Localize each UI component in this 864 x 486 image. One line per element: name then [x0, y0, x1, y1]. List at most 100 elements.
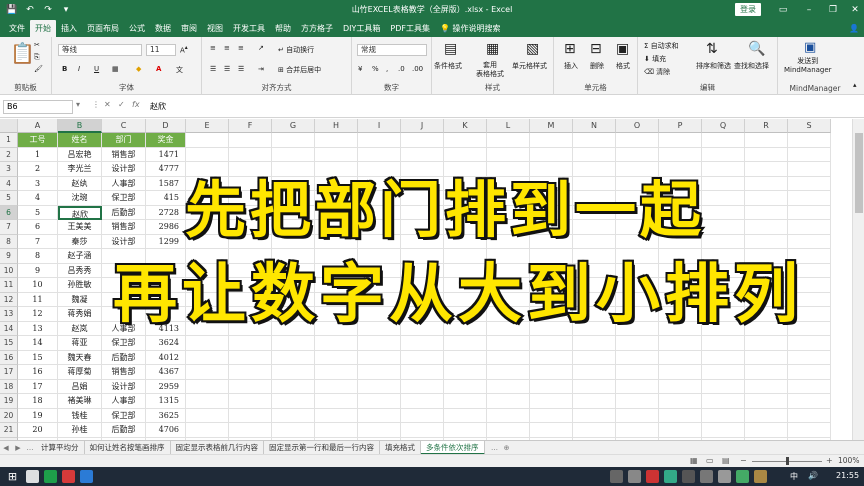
- enter-icon[interactable]: ✓: [118, 100, 125, 109]
- empty-cell[interactable]: [745, 350, 788, 365]
- format-as-table-button[interactable]: 套用 表格格式: [476, 61, 504, 79]
- table-header-cell[interactable]: 奖金: [146, 133, 186, 148]
- table-cell[interactable]: 4367: [146, 365, 186, 380]
- empty-cell[interactable]: [573, 336, 616, 351]
- ime-indicator[interactable]: 中: [790, 471, 798, 482]
- empty-cell[interactable]: [444, 365, 487, 380]
- empty-cell[interactable]: [702, 408, 745, 423]
- empty-cell[interactable]: [401, 350, 444, 365]
- tab-overflow-icon[interactable]: …: [489, 441, 501, 455]
- find-select-button[interactable]: 查找和选择: [734, 61, 769, 71]
- table-cell[interactable]: 孙桂: [58, 423, 102, 438]
- empty-cell[interactable]: [229, 133, 272, 148]
- underline-button[interactable]: U: [94, 65, 99, 73]
- table-cell[interactable]: 销售部: [102, 220, 146, 235]
- format-cells-icon[interactable]: ▣: [616, 41, 629, 57]
- share-icon[interactable]: 👤: [844, 20, 864, 37]
- cell-styles-button[interactable]: 单元格样式: [512, 61, 547, 71]
- empty-cell[interactable]: [616, 379, 659, 394]
- column-header-f[interactable]: F: [229, 119, 272, 133]
- table-cell[interactable]: 后勤部: [102, 423, 146, 438]
- empty-cell[interactable]: [659, 365, 702, 380]
- column-header-n[interactable]: N: [573, 119, 616, 133]
- format-painter-icon[interactable]: 🖌: [34, 65, 43, 73]
- row-header-6[interactable]: 6: [0, 205, 18, 220]
- empty-cell[interactable]: [788, 408, 831, 423]
- send-to-mindmanager-button[interactable]: 发送到 MindManager: [784, 57, 832, 75]
- empty-cell[interactable]: [788, 205, 831, 220]
- empty-cell[interactable]: [745, 205, 788, 220]
- table-cell[interactable]: 17: [18, 379, 58, 394]
- table-cell[interactable]: 赵欣: [58, 205, 102, 220]
- empty-cell[interactable]: [401, 408, 444, 423]
- table-cell[interactable]: 赵岚: [58, 321, 102, 336]
- empty-cell[interactable]: [229, 423, 272, 438]
- insert-cells-button[interactable]: 插入: [564, 61, 578, 71]
- empty-cell[interactable]: [444, 379, 487, 394]
- empty-cell[interactable]: [444, 394, 487, 409]
- empty-cell[interactable]: [788, 162, 831, 177]
- empty-cell[interactable]: [745, 365, 788, 380]
- table-cell[interactable]: 蒋秀娟: [58, 307, 102, 322]
- table-cell[interactable]: 18: [18, 394, 58, 409]
- select-all-corner[interactable]: [0, 119, 18, 133]
- empty-cell[interactable]: [186, 336, 229, 351]
- empty-cell[interactable]: [573, 379, 616, 394]
- empty-cell[interactable]: [272, 365, 315, 380]
- conditional-format-icon[interactable]: ▤: [444, 41, 457, 57]
- zoom-in-icon[interactable]: +: [826, 456, 833, 465]
- align-right-icon[interactable]: ☰: [238, 65, 244, 73]
- table-cell[interactable]: 魏凝: [58, 292, 102, 307]
- empty-cell[interactable]: [616, 336, 659, 351]
- table-cell[interactable]: 4777: [146, 162, 186, 177]
- empty-cell[interactable]: [702, 365, 745, 380]
- empty-cell[interactable]: [573, 133, 616, 148]
- fill-button[interactable]: ⬇ 填充: [644, 54, 666, 64]
- empty-cell[interactable]: [487, 365, 530, 380]
- table-cell[interactable]: 1471: [146, 147, 186, 162]
- table-cell[interactable]: 7: [18, 234, 58, 249]
- tab-help[interactable]: 帮助: [270, 20, 296, 37]
- border-icon[interactable]: ▦: [112, 65, 119, 73]
- empty-cell[interactable]: [573, 350, 616, 365]
- tell-me-search[interactable]: 💡 操作说明搜索: [435, 20, 506, 37]
- tab-prev-icon[interactable]: ◀: [0, 441, 12, 455]
- empty-cell[interactable]: [272, 336, 315, 351]
- empty-cell[interactable]: [487, 379, 530, 394]
- windows-start-icon[interactable]: ⊞: [6, 470, 19, 483]
- row-header-4[interactable]: 4: [0, 176, 18, 191]
- delete-cells-button[interactable]: 删除: [590, 61, 604, 71]
- empty-cell[interactable]: [788, 365, 831, 380]
- tab-fangfang[interactable]: 方方格子: [296, 20, 338, 37]
- empty-cell[interactable]: [745, 408, 788, 423]
- row-header-2[interactable]: 2: [0, 147, 18, 162]
- empty-cell[interactable]: [702, 162, 745, 177]
- table-cell[interactable]: 销售部: [102, 365, 146, 380]
- tab-pdf-tools[interactable]: PDF工具集: [385, 20, 435, 37]
- empty-cell[interactable]: [186, 133, 229, 148]
- table-cell[interactable]: 沈琬: [58, 191, 102, 206]
- font-name-select[interactable]: 等线: [58, 44, 142, 56]
- empty-cell[interactable]: [659, 394, 702, 409]
- empty-cell[interactable]: [444, 350, 487, 365]
- tab-file[interactable]: 文件: [4, 20, 30, 37]
- table-cell[interactable]: 10: [18, 278, 58, 293]
- orientation-icon[interactable]: ↗: [258, 44, 264, 52]
- empty-cell[interactable]: [616, 423, 659, 438]
- empty-cell[interactable]: [272, 394, 315, 409]
- column-header-e[interactable]: E: [186, 119, 229, 133]
- empty-cell[interactable]: [702, 133, 745, 148]
- table-cell[interactable]: 保卫部: [102, 408, 146, 423]
- bold-button[interactable]: B: [62, 65, 67, 73]
- empty-cell[interactable]: [616, 394, 659, 409]
- tab-insert[interactable]: 插入: [56, 20, 82, 37]
- table-cell[interactable]: 后勤部: [102, 350, 146, 365]
- table-cell[interactable]: 20: [18, 423, 58, 438]
- empty-cell[interactable]: [745, 147, 788, 162]
- column-header-o[interactable]: O: [616, 119, 659, 133]
- empty-cell[interactable]: [315, 423, 358, 438]
- empty-cell[interactable]: [788, 176, 831, 191]
- row-header-18[interactable]: 18: [0, 379, 18, 394]
- table-cell[interactable]: 4012: [146, 350, 186, 365]
- row-header-15[interactable]: 15: [0, 336, 18, 351]
